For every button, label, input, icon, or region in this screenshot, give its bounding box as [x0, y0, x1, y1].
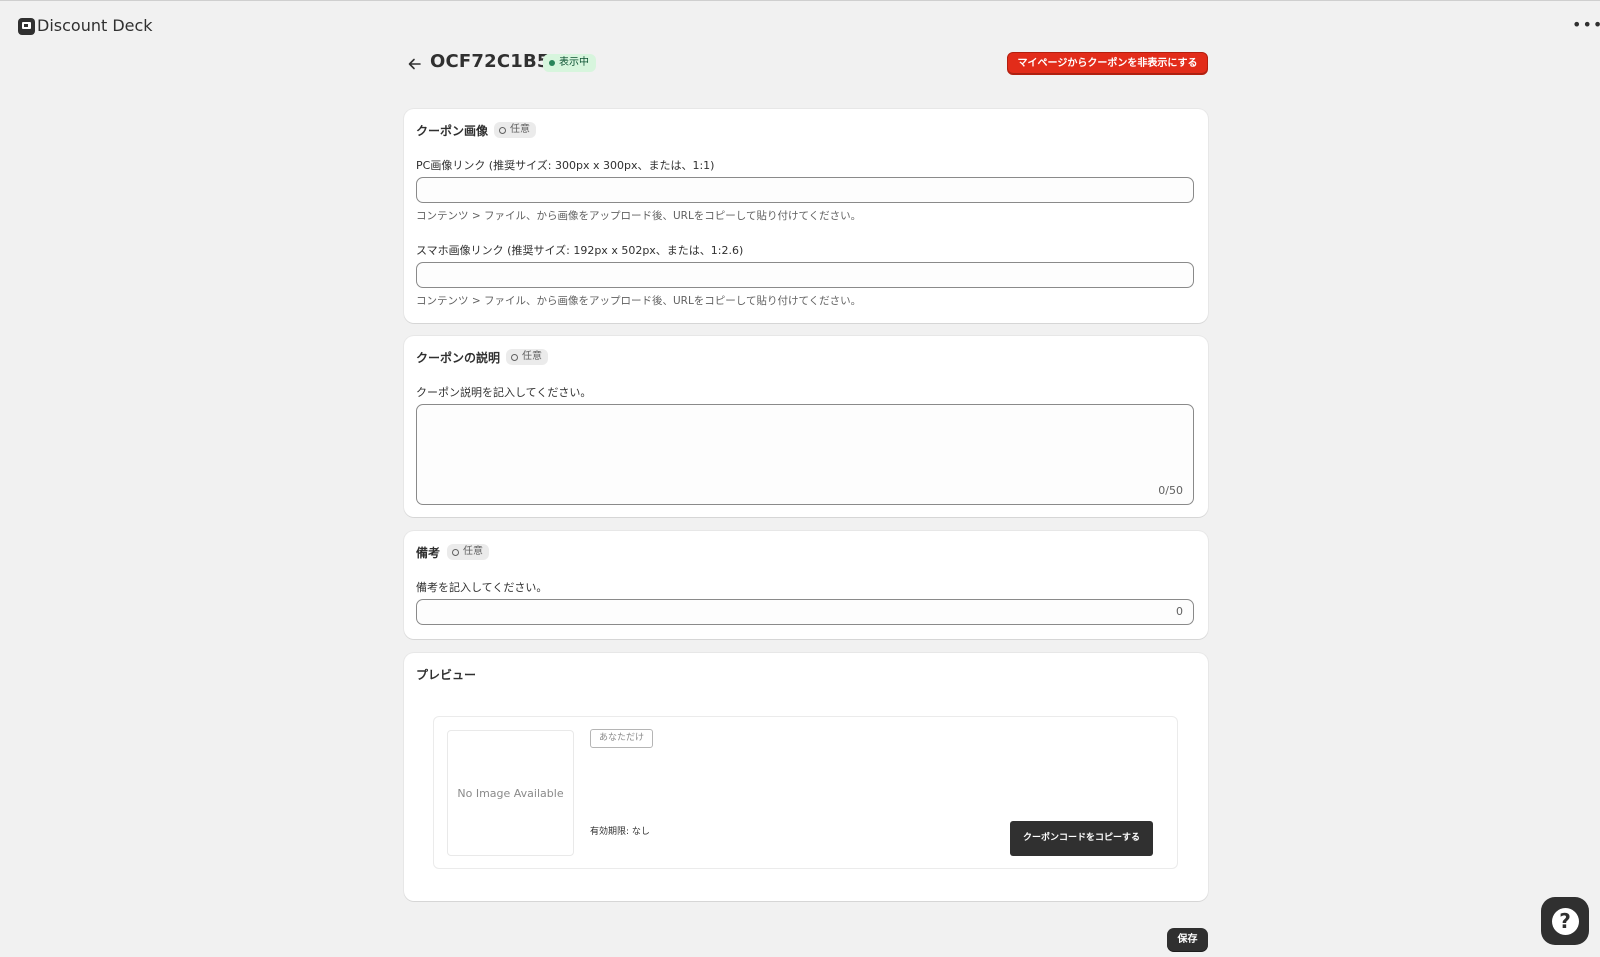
coupon-preview: No Image Available あなただけ 有効期限: なし クーポンコー… — [433, 716, 1178, 869]
status-dot-icon — [549, 60, 555, 66]
coupon-description-heading: クーポンの説明 — [416, 351, 501, 365]
optional-circle-icon — [499, 126, 506, 134]
coupon-image-heading: クーポン画像 — [416, 124, 489, 138]
notes-heading: 備考 — [416, 546, 441, 560]
no-image-text: No Image Available — [457, 786, 564, 800]
preview-heading: プレビュー — [416, 668, 477, 682]
back-arrow-icon[interactable] — [404, 53, 426, 75]
app-title: Discount Deck — [37, 16, 153, 35]
optional-circle-icon — [452, 548, 459, 556]
optional-badge: 任意 — [494, 122, 536, 138]
pc-image-link-input[interactable] — [416, 177, 1194, 203]
coupon-description-label: クーポン説明を記入してください。 — [416, 386, 592, 399]
optional-circle-icon — [511, 353, 518, 361]
hide-from-mypage-button[interactable]: マイページからクーポンを非表示にする — [1007, 52, 1208, 75]
pc-image-link-label: PC画像リンク (推奨サイズ: 300px x 300px、または、1:1) — [416, 159, 715, 172]
save-button[interactable]: 保存 — [1167, 928, 1208, 952]
pc-image-link-help: コンテンツ > ファイル、から画像をアップロード後、URLをコピーして貼り付けて… — [416, 210, 862, 222]
coupon-description-card: クーポンの説明 任意 クーポン説明を記入してください。 0/50 — [404, 336, 1208, 517]
description-char-count: 0/50 — [1158, 484, 1183, 497]
optional-badge-label: 任意 — [463, 546, 483, 557]
coupon-description-textarea[interactable]: 0/50 — [416, 404, 1194, 505]
preview-image-placeholder: No Image Available — [447, 730, 574, 856]
expiry-text: 有効期限: なし — [590, 827, 650, 837]
sp-image-link-help: コンテンツ > ファイル、から画像をアップロード後、URLをコピーして貼り付けて… — [416, 295, 862, 307]
optional-badge-label: 任意 — [510, 124, 530, 135]
question-mark-icon: ? — [1551, 907, 1579, 935]
coupon-image-card: クーポン画像 任意 PC画像リンク (推奨サイズ: 300px x 300px、… — [404, 109, 1208, 323]
app-logo-icon — [18, 18, 35, 35]
notes-label: 備考を記入してください。 — [416, 581, 548, 594]
optional-badge: 任意 — [447, 544, 489, 560]
status-badge: 表示中 — [543, 54, 596, 72]
preview-card: プレビュー No Image Available あなただけ 有効期限: なし … — [404, 653, 1208, 901]
sp-image-link-input[interactable] — [416, 262, 1194, 288]
more-horizontal-icon[interactable]: ••• — [1572, 15, 1600, 35]
optional-badge-label: 任意 — [522, 351, 542, 362]
notes-input[interactable]: 0 — [416, 599, 1194, 625]
help-chat-button[interactable]: ? — [1541, 897, 1589, 945]
notes-card: 備考 任意 備考を記入してください。 0 — [404, 531, 1208, 639]
status-badge-label: 表示中 — [559, 57, 589, 68]
notes-char-count: 0 — [1176, 605, 1183, 618]
copy-coupon-code-button[interactable]: クーポンコードをコピーする — [1010, 821, 1153, 856]
sp-image-link-label: スマホ画像リンク (推奨サイズ: 192px x 502px、または、1:2.6… — [416, 244, 744, 257]
optional-badge: 任意 — [506, 349, 548, 365]
top-bar: Discount Deck ••• — [0, 1, 1600, 51]
audience-tag: あなただけ — [590, 729, 654, 748]
